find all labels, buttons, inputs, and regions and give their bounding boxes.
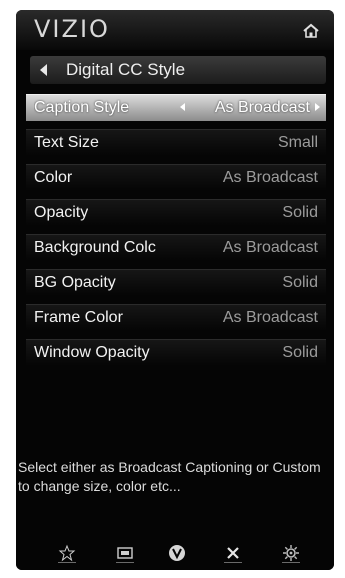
menu-item-label: Color <box>34 169 73 186</box>
help-text: Select either as Broadcast Captioning or… <box>18 459 321 494</box>
menu-item-bg-opacity[interactable]: BG Opacity Solid <box>26 269 326 296</box>
gear-icon[interactable] <box>282 544 300 563</box>
menu-item-value: As Broadcast <box>222 309 318 326</box>
menu-item-label: Text Size <box>34 134 99 151</box>
top-bar: VIZIO <box>16 10 334 50</box>
v-logo-icon[interactable] <box>168 544 186 562</box>
menu-item-value: Small <box>277 134 318 151</box>
menu-item-label: Opacity <box>34 204 89 221</box>
menu-item-value: Solid <box>282 204 318 221</box>
tv-menu-panel: VIZIO Digital CC Style Caption Style As … <box>16 10 334 570</box>
vizio-logo: VIZIO <box>34 15 110 43</box>
menu-item-label: Frame Color <box>34 309 123 326</box>
menu-item-opacity[interactable]: Opacity Solid <box>26 199 326 226</box>
menu-item-value: As Broadcast <box>214 99 310 116</box>
chevron-left-icon[interactable] <box>180 103 185 111</box>
back-button[interactable]: Digital CC Style <box>30 56 326 84</box>
star-icon[interactable] <box>58 544 76 563</box>
menu-item-background-color[interactable]: Background Colc As Broadcast <box>26 234 326 261</box>
widget-icon[interactable] <box>116 544 134 563</box>
menu-item-label: Window Opacity <box>34 344 150 361</box>
menu-item-label: Background Colc <box>34 239 156 256</box>
menu-item-frame-color[interactable]: Frame Color As Broadcast <box>26 304 326 331</box>
menu-item-label: Caption Style <box>34 99 130 116</box>
menu-item-window-opacity[interactable]: Window Opacity Solid <box>26 339 326 366</box>
menu-item-value: Solid <box>282 344 318 361</box>
menu-item-value: Solid <box>282 274 318 291</box>
home-icon[interactable] <box>302 22 320 40</box>
menu-title: Digital CC Style <box>66 60 186 79</box>
chevron-right-icon[interactable] <box>315 103 320 111</box>
menu-item-text-size[interactable]: Text Size Small <box>26 129 326 156</box>
menu-item-value: As Broadcast <box>222 239 318 256</box>
menu-item-color[interactable]: Color As Broadcast <box>26 164 326 191</box>
menu-item-label: BG Opacity <box>34 274 116 291</box>
bottom-toolbar <box>16 536 334 570</box>
menu-item-value: As Broadcast <box>222 169 318 186</box>
menu-item-caption-style[interactable]: Caption Style As Broadcast <box>26 94 326 121</box>
left-arrow-icon <box>40 64 47 76</box>
settings-menu: Caption Style As Broadcast Text Size Sma… <box>26 94 326 374</box>
close-icon[interactable] <box>224 544 242 563</box>
